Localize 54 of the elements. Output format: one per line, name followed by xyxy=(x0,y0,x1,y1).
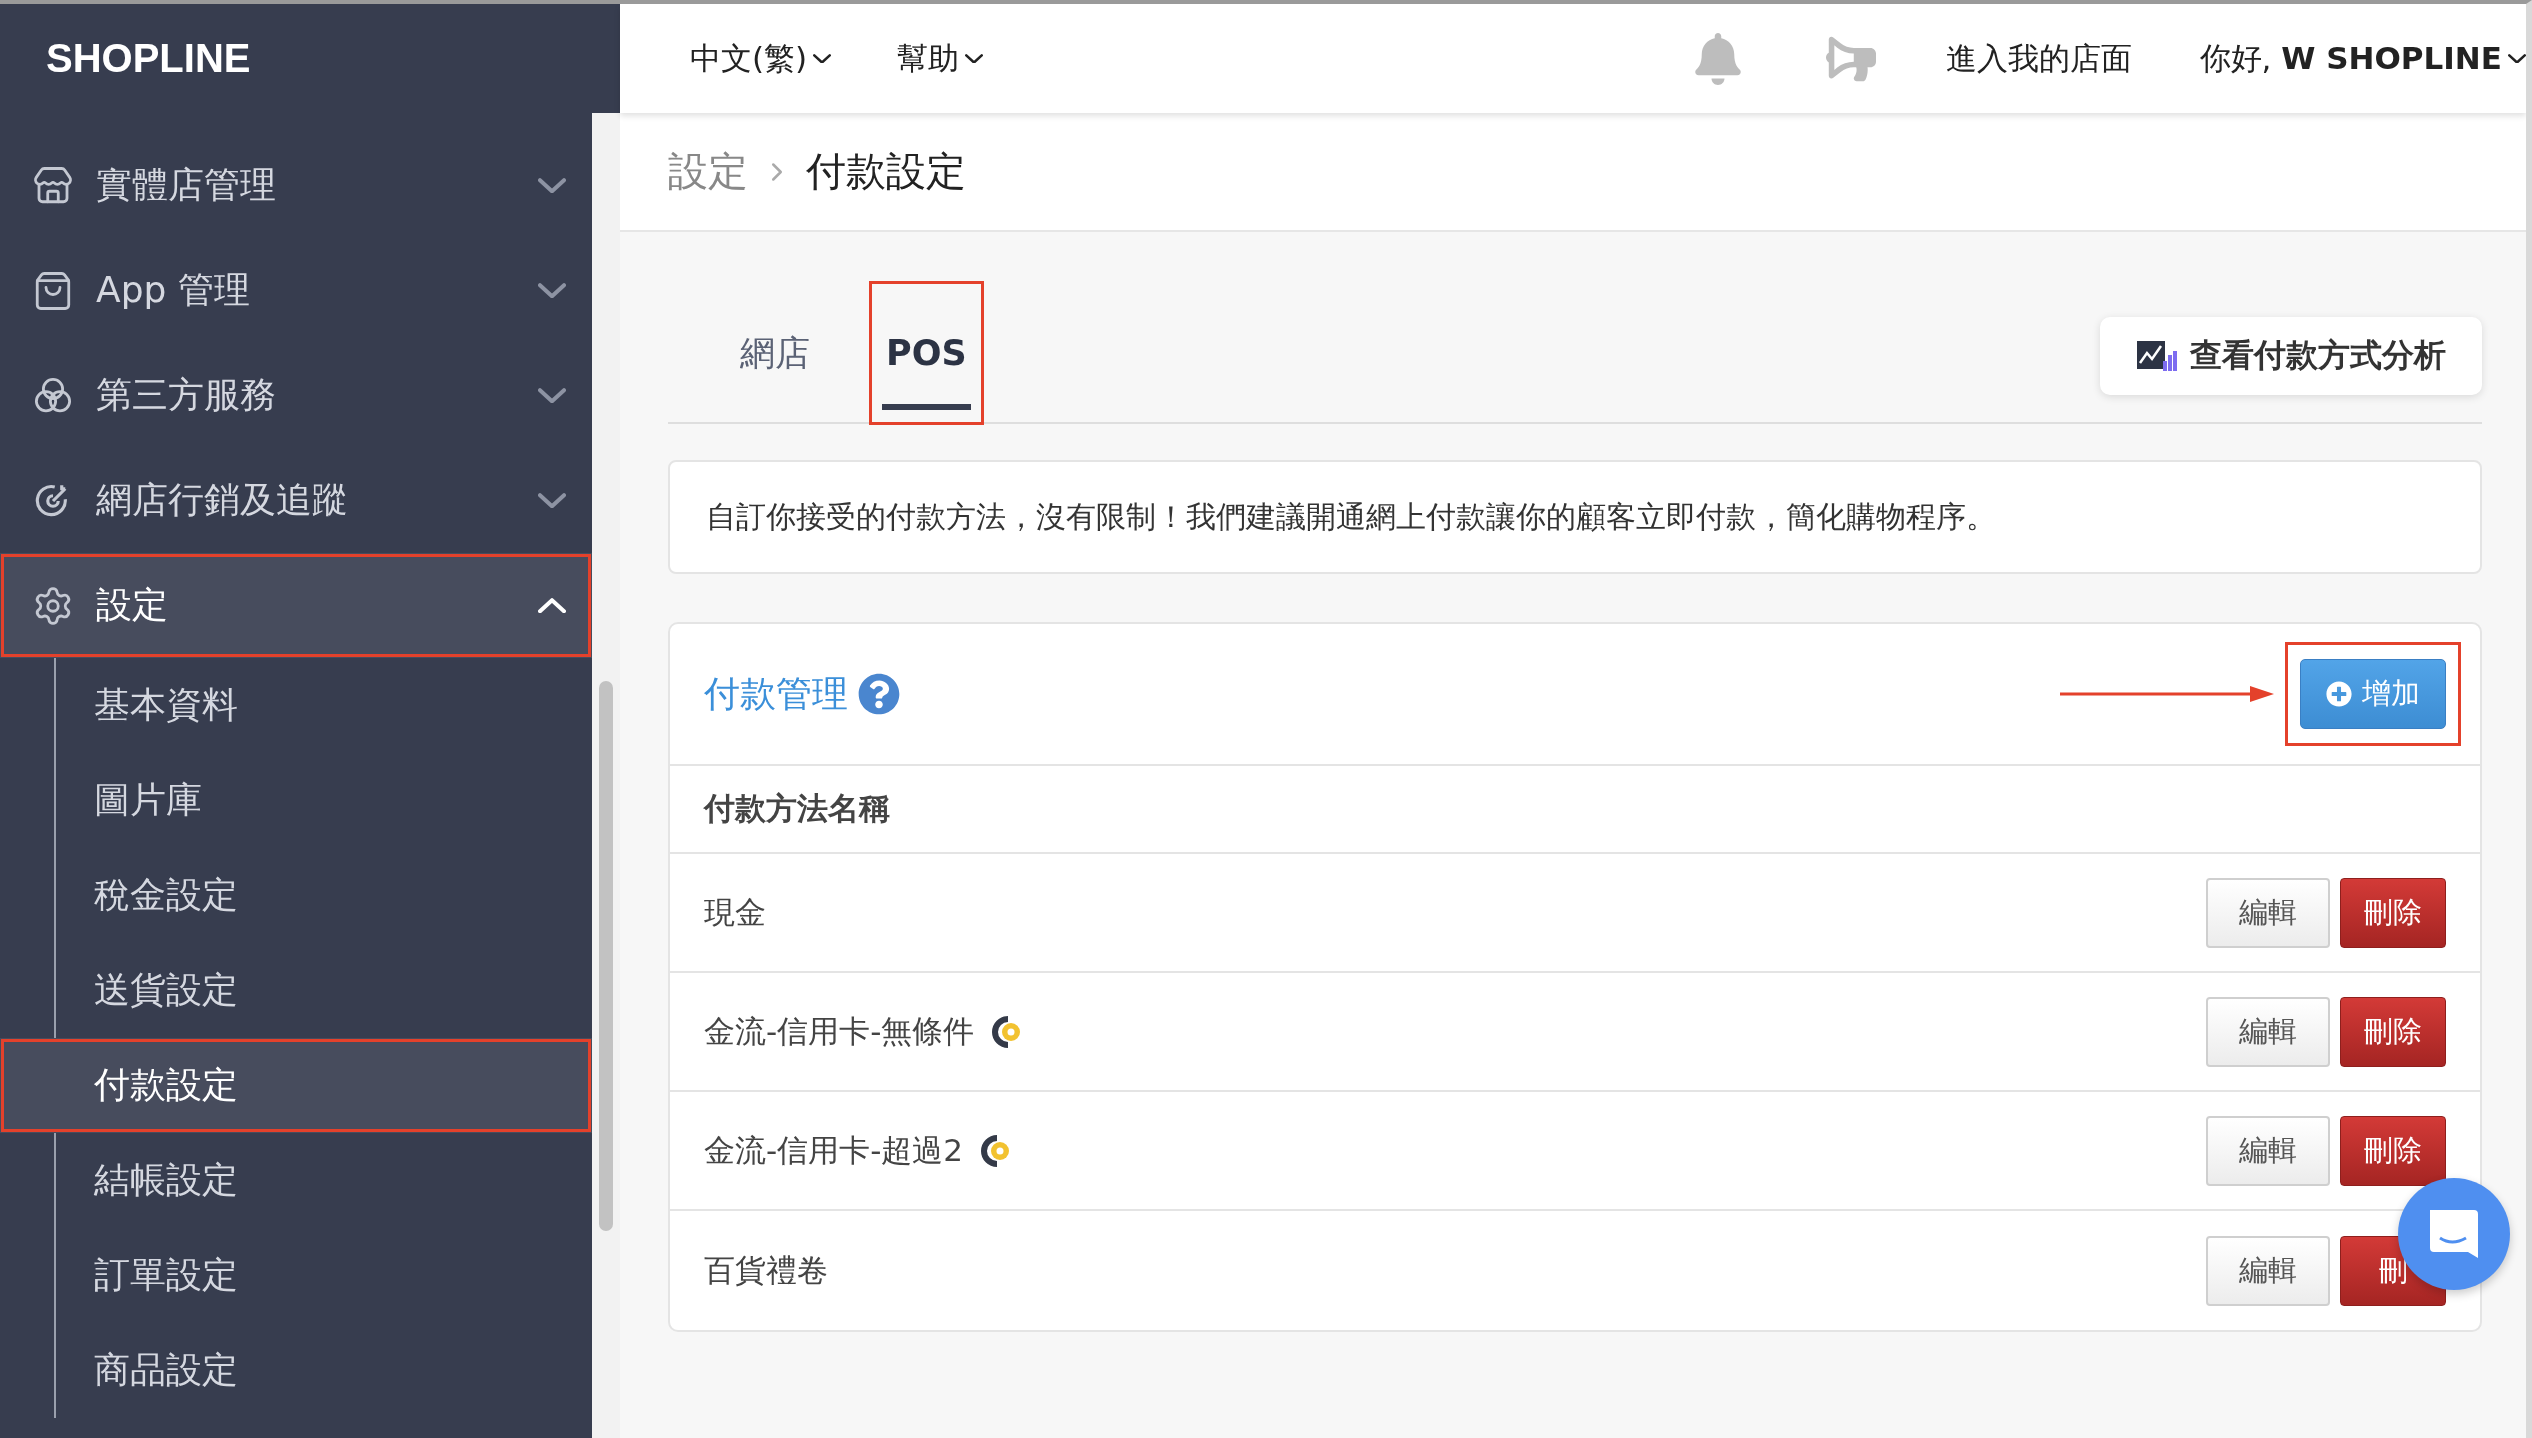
table-cell-text: 現金 xyxy=(704,892,766,932)
sidebar-subitem[interactable]: 商品設定 xyxy=(0,1323,592,1418)
edit-button[interactable]: 編輯 xyxy=(2206,1115,2330,1186)
sidebar-item[interactable]: 設定 xyxy=(0,553,592,658)
help-menu[interactable]: 幫助 xyxy=(897,37,984,80)
edit-button[interactable]: 編輯 xyxy=(2206,996,2330,1067)
sidebar-subitem[interactable]: 訂單設定 xyxy=(0,1228,592,1323)
sidebar-item[interactable]: 網店行銷及追蹤 xyxy=(0,448,592,553)
help-icon[interactable] xyxy=(858,673,900,715)
scrollbar-thumb[interactable] xyxy=(599,681,613,1231)
sidebar-subitem[interactable]: 基本資料 xyxy=(0,658,592,753)
sidebar-subitem[interactable]: 結帳設定 xyxy=(0,1133,592,1228)
edit-button[interactable]: 編輯 xyxy=(2206,1235,2330,1306)
sidebar-item-label: App 管理 xyxy=(96,268,251,312)
panel-title: 付款管理 xyxy=(704,671,848,716)
sidebar-item-label: 第三方服務 xyxy=(96,373,277,417)
sidebar-item-label: 網店行銷及追蹤 xyxy=(96,478,349,522)
sidebar-item-label: 設定 xyxy=(96,583,169,627)
chevron-up-icon xyxy=(538,597,566,614)
chevron-down-icon xyxy=(538,177,566,194)
caret-icon xyxy=(965,53,984,64)
chevron-down-icon xyxy=(538,387,566,404)
table-cell-text: 百貨禮卷 xyxy=(704,1250,828,1290)
table-cell-text: 金流-信用卡-超過2 xyxy=(704,1130,964,1170)
sidebar-subitem[interactable]: 付款設定 xyxy=(0,1038,592,1133)
analysis-button[interactable]: 查看付款方式分析 xyxy=(2100,317,2482,395)
sidebar-subitem[interactable]: 稅金設定 xyxy=(0,848,592,943)
sidebar-item[interactable]: 實體店管理 xyxy=(0,133,592,238)
chart-icon xyxy=(2136,339,2178,373)
caret-icon xyxy=(2508,53,2526,64)
sidebar-item-label: 實體店管理 xyxy=(96,163,277,207)
user-menu[interactable]: 你好, W SHOPLINE xyxy=(2199,37,2526,80)
table-cell-text: 金流-信用卡-無條件 xyxy=(704,1011,975,1051)
sidebar-subitem[interactable]: 送貨設定 xyxy=(0,943,592,1038)
delete-button[interactable]: 刪除 xyxy=(2340,1115,2446,1186)
sidebar-item[interactable]: App 管理 xyxy=(0,238,592,343)
tab[interactable]: POS xyxy=(872,284,981,422)
caret-icon xyxy=(813,53,832,64)
delete-button[interactable]: 刪除 xyxy=(2340,996,2446,1067)
chevron-down-icon xyxy=(538,492,566,509)
language-menu[interactable]: 中文(繁) xyxy=(690,37,832,80)
breadcrumb-item[interactable]: 設定 xyxy=(668,144,748,199)
storefront-link[interactable]: 進入我的店面 xyxy=(1945,37,2132,80)
chat-bubble-icon xyxy=(2430,1210,2478,1258)
delete-button[interactable]: 刪除 xyxy=(2340,877,2446,948)
tab[interactable]: 網店 xyxy=(726,284,824,422)
logo[interactable]: SHOPLINE xyxy=(46,36,251,81)
chevron-down-icon xyxy=(538,282,566,299)
column-header: 付款方法名稱 xyxy=(670,766,2480,854)
sidebar-item[interactable]: 第三方服務 xyxy=(0,343,592,448)
description-text: 自訂你接受的付款方法，沒有限制！我們建議開通網上付款讓你的顧客立即付款，簡化購物程序。 xyxy=(668,460,2482,574)
breadcrumb-item: 付款設定 xyxy=(806,147,966,196)
sidebar-subitem[interactable]: 圖片庫 xyxy=(0,753,592,848)
edit-button[interactable]: 編輯 xyxy=(2206,877,2330,948)
